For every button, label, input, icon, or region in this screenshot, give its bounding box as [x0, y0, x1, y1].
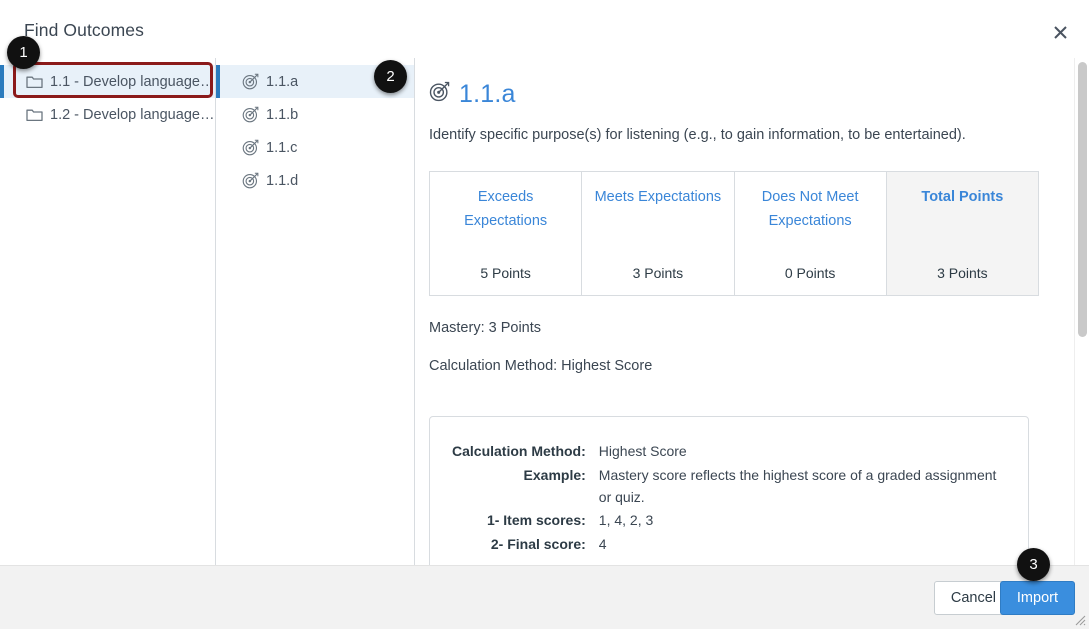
calc-value: Mastery score reflects the highest score…	[598, 466, 997, 505]
rubric-points-cell-does-not-meet: 0 Points	[734, 234, 887, 296]
folder-icon	[26, 74, 43, 89]
detail-title: 1.1.a	[429, 80, 1053, 109]
outcome-item-label: 1.1.d	[266, 172, 299, 189]
calc-value: Highest Score	[598, 443, 687, 460]
rubric-points-row: 5 Points 3 Points 0 Points 3 Points	[429, 234, 1039, 296]
target-glyph	[242, 106, 259, 123]
folder-glyph	[26, 76, 43, 89]
rubric-points: 3 Points	[937, 265, 988, 282]
callout-badge-3: 3	[1017, 548, 1050, 581]
rubric-rating-name: Meets Expectations	[594, 189, 722, 206]
calc-key: 1- Item scores:	[486, 512, 586, 529]
calc-row: Calculation Method: Highest Score	[452, 441, 1006, 465]
rubric-rating-name: Does Not Meet Expectations	[761, 189, 859, 230]
outcome-item-label: 1.1.c	[266, 139, 298, 156]
folders-list: 1.1 - Develop language ... 1.2 - Develop…	[0, 58, 215, 131]
calculation-info-box: Calculation Method: Highest Score Exampl…	[429, 416, 1029, 565]
detail-description: Identify specific purpose(s) for listeni…	[429, 127, 966, 143]
folder-item-label: 1.2 - Develop language ...	[50, 106, 215, 123]
folder-item-2[interactable]: 1.2 - Develop language ...	[0, 98, 215, 131]
calc-value: 4	[598, 535, 607, 552]
outcome-item-3[interactable]: 1.1.c	[216, 131, 414, 164]
rubric-table: Exceeds Expectations Meets Expectations …	[429, 171, 1039, 297]
vertical-scrollbar[interactable]	[1074, 58, 1089, 565]
folder-glyph	[26, 109, 43, 122]
folder-icon	[26, 107, 43, 122]
rubric-points: 0 Points	[784, 265, 836, 282]
scrollbar-thumb[interactable]	[1078, 62, 1087, 337]
folder-item-1[interactable]: 1.1 - Develop language ...	[0, 65, 215, 98]
outcome-item-label: 1.1.b	[266, 106, 299, 123]
mastery-line: Mastery: 3 Points	[429, 320, 542, 337]
outcome-target-icon	[242, 106, 259, 123]
calculation-table: Calculation Method: Highest Score Exampl…	[452, 441, 1006, 557]
find-outcomes-dialog: Find Outcomes 1.1 - Develop language ...	[0, 0, 1089, 629]
folders-panel: 1.1 - Develop language ... 1.2 - Develop…	[0, 58, 216, 565]
calc-key: 2- Final score:	[490, 535, 586, 552]
dialog-header: Find Outcomes	[0, 0, 1089, 57]
close-icon[interactable]	[1049, 21, 1071, 43]
calc-value: 1, 4, 2, 3	[598, 512, 654, 529]
target-glyph	[242, 172, 259, 189]
calculation-method-line: Calculation Method: Highest Score	[429, 358, 653, 375]
rubric-points: 3 Points	[632, 265, 684, 282]
outcome-target-icon	[429, 80, 450, 109]
resize-grip-icon[interactable]	[1072, 612, 1086, 626]
rubric-rating-name: Exceeds Expectations	[464, 189, 548, 230]
detail-content: 1.1.a Identify specific purpose(s) for l…	[415, 58, 1089, 565]
rubric-cell-exceeds: Exceeds Expectations	[429, 171, 583, 235]
outcome-target-icon	[242, 139, 259, 156]
close-glyph	[1053, 25, 1067, 39]
calc-row: 1- Item scores: 1, 4, 2, 3	[452, 510, 1006, 534]
calc-row: 2- Final score: 4	[452, 534, 1006, 558]
calc-key: Example:	[523, 466, 586, 483]
rubric-rating-name: Total Points	[921, 189, 1004, 206]
callout-badge-2: 2	[374, 60, 407, 93]
target-glyph	[242, 139, 259, 156]
outcomes-panel: 1.1.a 1.1.b 1.1.c 1.1.d	[216, 58, 415, 565]
rubric-points-cell-meets: 3 Points	[581, 234, 735, 296]
folder-item-label: 1.1 - Develop language ...	[50, 73, 215, 90]
dialog-body: 1.1 - Develop language ... 1.2 - Develop…	[0, 58, 1089, 565]
rubric-names-row: Exceeds Expectations Meets Expectations …	[429, 171, 1039, 235]
callout-badge-1: 1	[7, 36, 40, 69]
dialog-footer: Cancel Import	[0, 565, 1089, 629]
detail-title-text: 1.1.a	[459, 80, 516, 108]
target-glyph	[242, 73, 259, 90]
outcome-detail-panel: 1.1.a Identify specific purpose(s) for l…	[415, 58, 1089, 565]
rubric-cell-does-not-meet: Does Not Meet Expectations	[734, 171, 887, 235]
calc-row: Example: Mastery score reflects the high…	[452, 465, 1006, 510]
rubric-points-cell-total: 3 Points	[886, 234, 1039, 296]
outcome-item-label: 1.1.a	[266, 73, 299, 90]
outcome-item-2[interactable]: 1.1.b	[216, 98, 414, 131]
rubric-points: 5 Points	[480, 265, 531, 282]
outcome-item-4[interactable]: 1.1.d	[216, 164, 414, 197]
outcome-target-icon	[242, 73, 259, 90]
target-glyph	[429, 81, 450, 102]
calc-key: Calculation Method:	[452, 443, 586, 460]
rubric-cell-total: Total Points	[886, 171, 1039, 235]
page-title: Find Outcomes	[24, 20, 144, 40]
outcome-target-icon	[242, 172, 259, 189]
rubric-points-cell-exceeds: 5 Points	[429, 234, 583, 296]
rubric-cell-meets: Meets Expectations	[581, 171, 735, 235]
import-button[interactable]: Import	[999, 581, 1075, 615]
